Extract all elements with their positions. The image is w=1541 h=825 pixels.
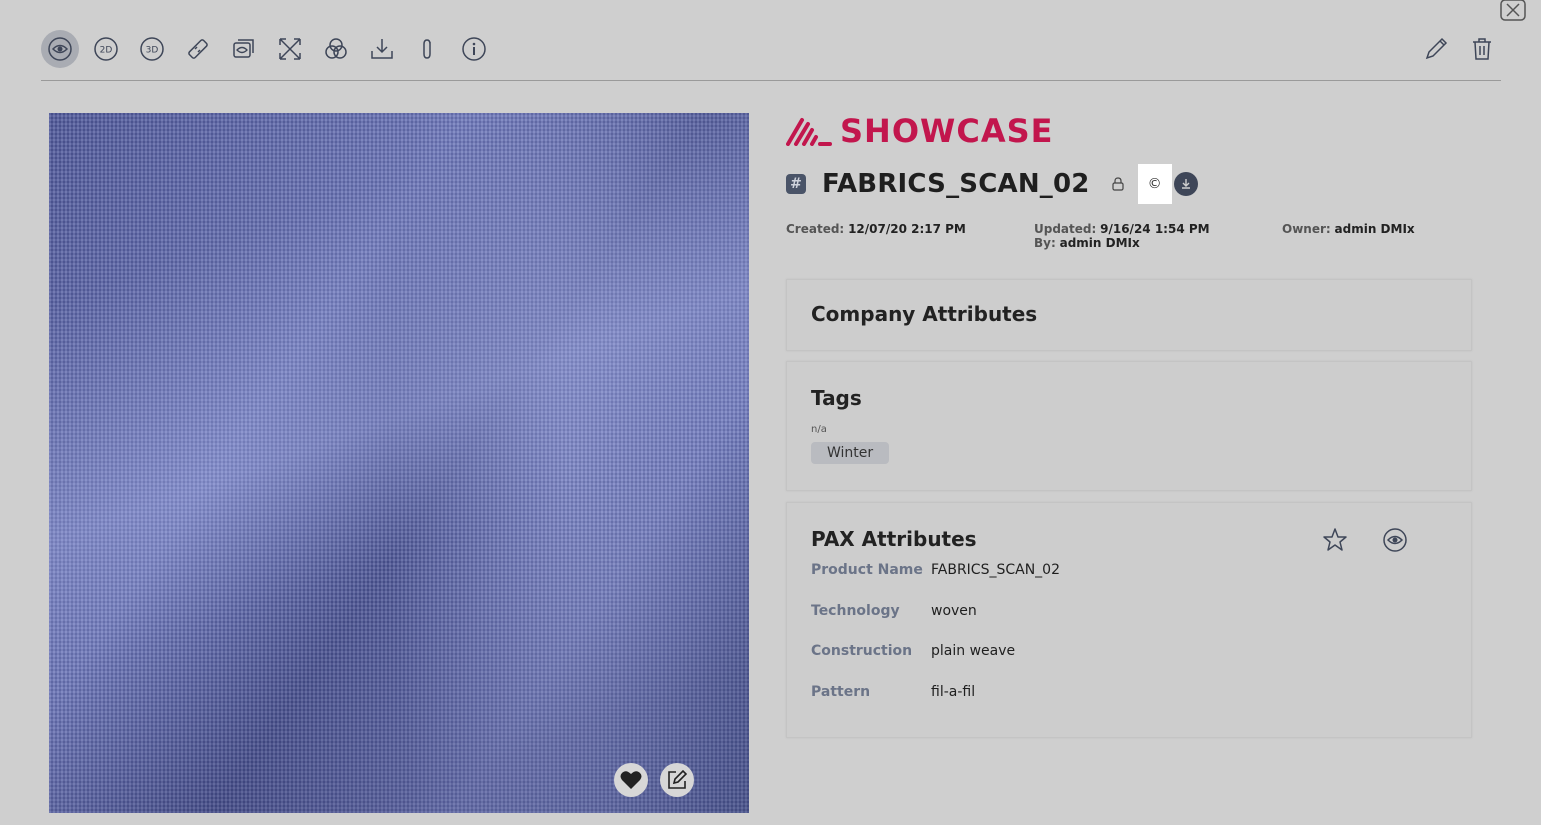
attachment-button[interactable] bbox=[409, 30, 447, 68]
asset-title: FABRICS_SCAN_02 bbox=[822, 169, 1090, 199]
fullscreen-button[interactable] bbox=[271, 30, 309, 68]
pax-key: Construction bbox=[811, 643, 913, 659]
asset-detail-page: 2D 3D SHOWCASE # FABRICS_SCAN_02 © Creat… bbox=[0, 0, 1541, 825]
close-icon bbox=[1500, 0, 1526, 21]
tags-card: Tags n/a Winter bbox=[786, 361, 1472, 491]
pax-value: FABRICS_SCAN_02 bbox=[931, 562, 1060, 578]
pax-key: Product Name bbox=[811, 562, 923, 578]
owner-meta: Owner: admin DMIx bbox=[1282, 222, 1415, 236]
company-attributes-card[interactable]: Company Attributes bbox=[786, 279, 1472, 351]
company-attributes-title: Company Attributes bbox=[811, 302, 1038, 326]
edit-image-button[interactable] bbox=[660, 763, 694, 797]
pax-value: fil-a-fil bbox=[931, 684, 976, 700]
fabric-sheen bbox=[49, 113, 749, 813]
delete-button[interactable] bbox=[1463, 30, 1501, 68]
updated-value: 9/16/24 1:54 PM bbox=[1100, 222, 1210, 236]
pax-key: Pattern bbox=[811, 684, 871, 700]
asset-header: # FABRICS_SCAN_02 © bbox=[786, 164, 1198, 204]
updated-label: Updated: bbox=[1034, 222, 1097, 236]
views-icon bbox=[233, 39, 254, 58]
created-label: Created: bbox=[786, 222, 845, 236]
views-button[interactable] bbox=[225, 30, 263, 68]
pax-key: Technology bbox=[811, 603, 900, 619]
measure-icon bbox=[188, 39, 208, 59]
asset-type-icon: # bbox=[786, 174, 806, 194]
tag-chip[interactable]: Winter bbox=[811, 442, 890, 464]
showcase-logo-mark-icon bbox=[786, 118, 832, 146]
by-label: By: bbox=[1034, 236, 1056, 250]
download-asset-button[interactable] bbox=[1173, 172, 1198, 196]
edit-pencil-icon bbox=[1425, 37, 1448, 60]
pax-value: woven bbox=[931, 603, 977, 619]
fabric-preview-image[interactable] bbox=[49, 113, 749, 813]
tags-category-label: n/a bbox=[811, 424, 827, 435]
info-icon bbox=[462, 37, 486, 61]
lock-icon[interactable] bbox=[1111, 177, 1124, 191]
colorways-button[interactable] bbox=[317, 30, 355, 68]
edit-button[interactable] bbox=[1417, 30, 1455, 68]
2d-icon: 2D bbox=[94, 37, 118, 61]
updated-meta: Updated: 9/16/24 1:54 PM By: admin DMIx bbox=[1034, 222, 1210, 250]
pax-attributes-title: PAX Attributes bbox=[811, 527, 977, 551]
close-button[interactable] bbox=[1500, 0, 1526, 21]
created-meta: Created: 12/07/20 2:17 PM bbox=[786, 222, 966, 236]
expand-icon bbox=[279, 38, 301, 60]
eye-icon[interactable] bbox=[1382, 527, 1408, 553]
info-button[interactable] bbox=[455, 30, 493, 68]
owner-label: Owner: bbox=[1282, 222, 1331, 236]
2d-view-button[interactable]: 2D bbox=[87, 30, 125, 68]
2d-label: 2D bbox=[100, 46, 113, 56]
showcase-logo: SHOWCASE bbox=[786, 112, 1054, 150]
edit-square-icon bbox=[668, 769, 688, 789]
copyright-icon: © bbox=[1147, 176, 1162, 192]
delete-trash-icon bbox=[1473, 38, 1491, 60]
logo-text: SHOWCASE bbox=[840, 112, 1054, 150]
color-icon bbox=[325, 38, 347, 59]
star-icon[interactable] bbox=[1322, 527, 1348, 553]
view-mode-button[interactable] bbox=[41, 30, 79, 68]
3d-icon: 3D bbox=[140, 37, 164, 61]
download-circle-icon bbox=[1181, 179, 1190, 189]
heart-icon bbox=[620, 771, 642, 789]
3d-view-button[interactable]: 3D bbox=[133, 30, 171, 68]
favorite-button[interactable] bbox=[614, 763, 648, 797]
3d-label: 3D bbox=[146, 46, 159, 56]
pax-value: plain weave bbox=[931, 643, 1016, 659]
created-value: 12/07/20 2:17 PM bbox=[848, 222, 966, 236]
copyright-badge[interactable]: © bbox=[1137, 164, 1172, 204]
by-value: admin DMIx bbox=[1059, 236, 1140, 250]
viewer-toolbar: 2D 3D bbox=[41, 25, 1501, 81]
view-icon bbox=[48, 37, 72, 61]
tags-title: Tags bbox=[811, 386, 862, 410]
measure-button[interactable] bbox=[179, 30, 217, 68]
owner-value: admin DMIx bbox=[1334, 222, 1415, 236]
download-icon bbox=[371, 39, 393, 59]
pax-attributes-card: PAX Attributes Product Name FABRICS_SCAN… bbox=[786, 502, 1472, 738]
download-button[interactable] bbox=[363, 30, 401, 68]
attachment-icon bbox=[423, 39, 431, 59]
